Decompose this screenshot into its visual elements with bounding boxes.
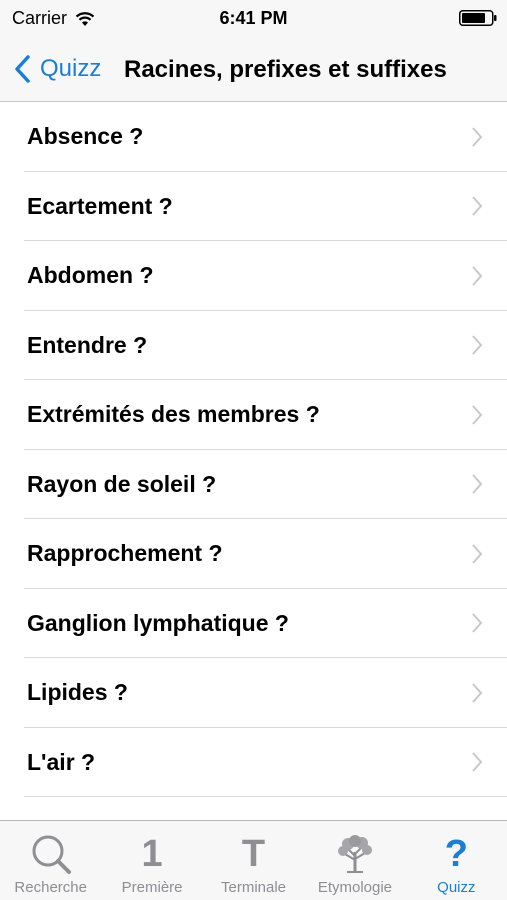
tab-label: Quizz <box>437 879 476 896</box>
back-label: Quizz <box>40 55 102 82</box>
list-item-label: Rapprochement ? <box>27 540 223 567</box>
list-item[interactable]: Rayon de soleil ? <box>0 450 507 520</box>
question-icon: ? <box>444 833 468 875</box>
list-item[interactable]: L'air ? <box>0 728 507 798</box>
battery-icon <box>459 10 497 26</box>
list-item-label: Absence ? <box>27 123 144 150</box>
tab-label: Terminale <box>221 879 287 896</box>
list-item[interactable]: Ganglion lymphatique ? <box>0 589 507 659</box>
back-button[interactable]: Quizz <box>12 50 101 88</box>
chevron-right-icon <box>472 683 483 703</box>
list-item-label: Ecartement ? <box>27 192 173 219</box>
tab-quizz[interactable]: ? Quizz <box>406 821 507 900</box>
chevron-right-icon <box>472 474 483 494</box>
list-item-label: Lipides ? <box>27 679 128 706</box>
tab-label: Première <box>121 879 183 896</box>
chevron-right-icon <box>472 196 483 216</box>
chevron-right-icon <box>472 752 483 772</box>
status-time: 6:41 PM <box>219 8 288 28</box>
navigation-bar: Quizz Racines, prefixes et suffixes <box>0 36 507 102</box>
t-icon: T <box>241 833 266 875</box>
tree-icon <box>337 835 372 873</box>
tab-etymologie[interactable]: Etymologie <box>304 821 405 900</box>
list-item-label: L'air ? <box>27 748 96 775</box>
chevron-right-icon <box>472 544 483 564</box>
search-icon <box>32 835 71 874</box>
chevron-right-icon <box>472 335 483 355</box>
tab-recherche[interactable]: Recherche <box>0 821 101 900</box>
list-item[interactable]: Ecartement ? <box>0 172 507 242</box>
tab-premiere[interactable]: 1 Première <box>101 821 202 900</box>
list-item-label: Abdomen ? <box>27 262 154 289</box>
list-item-label: Ganglion lymphatique ? <box>27 609 289 636</box>
list-item[interactable]: Extrémités des membres ? <box>0 380 507 450</box>
chevron-left-icon <box>15 55 30 83</box>
chevron-right-icon <box>472 266 483 286</box>
list-item[interactable]: Rapprochement ? <box>0 519 507 589</box>
list-item[interactable]: Entendre ? <box>0 311 507 381</box>
list-item-label: Extrémités des membres ? <box>27 401 320 428</box>
page-title: Racines, prefixes et suffixes <box>124 56 447 83</box>
quiz-list: Absence ? Ecartement ? Abdomen ? Entendr… <box>0 102 507 820</box>
one-icon: 1 <box>141 833 163 875</box>
tab-terminale[interactable]: T Terminale <box>203 821 304 900</box>
chevron-right-icon <box>472 405 483 425</box>
tab-label: Etymologie <box>317 879 393 896</box>
tab-bar: Recherche 1 Première T Terminale Etymolo… <box>0 820 507 900</box>
chevron-right-icon <box>472 613 483 633</box>
list-item[interactable]: Abdomen ? <box>0 241 507 311</box>
list-item[interactable]: Absence ? <box>0 102 507 172</box>
chevron-right-icon <box>472 127 483 147</box>
list-item-label: Rayon de soleil ? <box>27 470 217 497</box>
list-item-label: Entendre ? <box>27 331 148 358</box>
tab-label: Recherche <box>14 879 87 896</box>
status-bar: Carrier 6:41 PM <box>0 0 507 36</box>
list-item[interactable]: Lipides ? <box>0 658 507 728</box>
